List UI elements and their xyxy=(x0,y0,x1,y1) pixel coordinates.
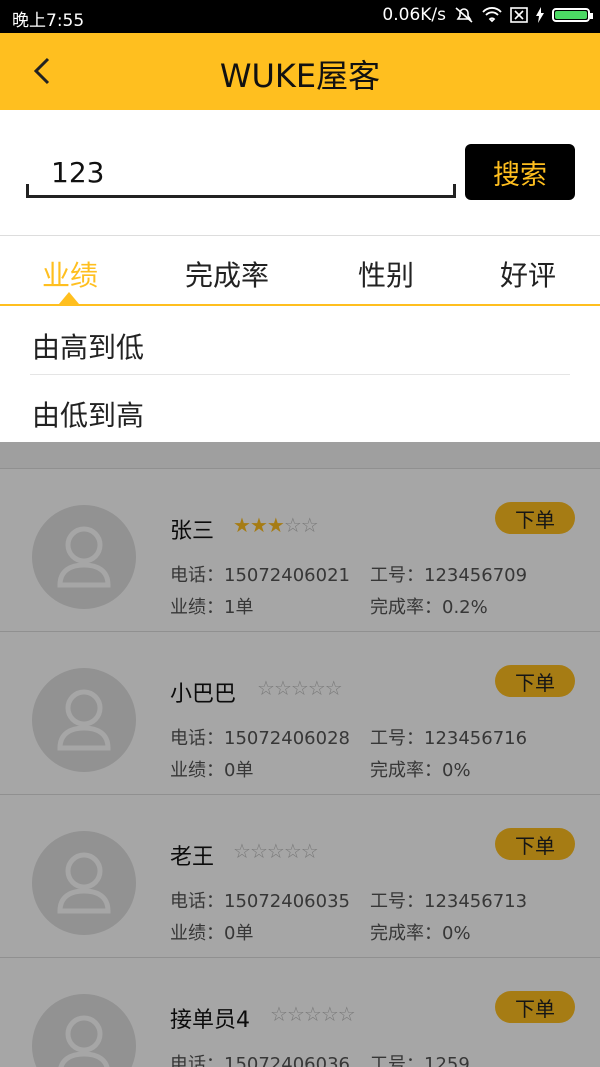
app-bar: WUKE屋客 xyxy=(0,33,600,110)
employee-id-text: 工号：123456709 xyxy=(370,565,528,586)
search-input[interactable]: 123 xyxy=(26,150,456,198)
phone-text: 电话：15072406035 xyxy=(170,891,350,912)
phone-text: 电话：15072406021 xyxy=(170,565,350,586)
user-placeholder-icon xyxy=(57,852,111,914)
worker-name: 小巴巴 xyxy=(170,682,237,707)
network-speed: 0.06K/s xyxy=(382,5,446,25)
sort-option-asc[interactable]: 由低到高 xyxy=(32,394,144,434)
user-placeholder-icon xyxy=(58,1015,110,1067)
status-icons: 0.06K/s xyxy=(382,5,593,25)
tab-gender[interactable]: 性别 xyxy=(358,254,414,294)
sort-dropdown: 由高到低 由低到高 xyxy=(0,306,600,442)
status-bar: 晚上7:55 0.06K/s xyxy=(0,0,600,33)
star-empty-icon: ☆ xyxy=(324,676,343,700)
page-title: WUKE屋客 xyxy=(219,57,381,95)
user-placeholder-icon xyxy=(57,689,111,751)
star-empty-icon: ☆ xyxy=(300,513,319,537)
list-item[interactable]: 接单员4 ☆☆☆☆☆ 下单 电话：15072406036 工号：1259 xyxy=(0,957,600,1067)
sort-option-desc[interactable]: 由高到低 xyxy=(32,326,144,366)
divider xyxy=(30,374,570,375)
mute-icon xyxy=(455,7,473,23)
list-item[interactable]: 老王 ☆☆☆☆☆ 下单 电话：15072406035 工号：123456713 … xyxy=(0,794,600,957)
star-filled-icon: ★ xyxy=(266,513,285,537)
employee-id-text: 工号：1259 xyxy=(370,1054,470,1067)
list-item[interactable]: 张三 ★★★☆☆ 下单 电话：15072406021 工号：123456709 … xyxy=(0,468,600,631)
employee-id-text: 工号：123456716 xyxy=(370,728,528,749)
search-button[interactable]: 搜索 xyxy=(465,144,575,200)
user-placeholder-icon xyxy=(57,526,111,588)
phone-text: 电话：15072406028 xyxy=(170,728,350,749)
tab-performance[interactable]: 业绩 xyxy=(42,254,98,294)
sort-tabs: 业绩 完成率 性别 好评 xyxy=(0,236,600,306)
star-empty-icon: ☆ xyxy=(266,839,285,863)
rating-stars: ☆☆☆☆☆ xyxy=(233,839,319,863)
avatar xyxy=(32,831,136,935)
sim-icon xyxy=(510,7,528,23)
star-empty-icon: ☆ xyxy=(337,1002,356,1026)
performance-text: 业绩：0单 xyxy=(170,760,254,781)
battery-icon xyxy=(552,8,593,22)
star-empty-icon: ☆ xyxy=(233,839,251,863)
active-tab-indicator xyxy=(59,292,79,304)
star-empty-icon: ☆ xyxy=(290,676,309,700)
rating-stars: ☆☆☆☆☆ xyxy=(270,1002,356,1026)
performance-text: 业绩：0单 xyxy=(170,923,254,944)
tab-completion-rate[interactable]: 完成率 xyxy=(185,254,269,294)
worker-name: 老王 xyxy=(170,845,215,870)
tab-reviews[interactable]: 好评 xyxy=(500,254,556,294)
completion-rate-text: 完成率：0.2% xyxy=(370,597,488,618)
order-button[interactable]: 下单 xyxy=(495,502,575,534)
completion-rate-text: 完成率：0% xyxy=(370,923,471,944)
star-empty-icon: ☆ xyxy=(257,676,275,700)
status-time: 晚上7:55 xyxy=(12,11,85,31)
star-empty-icon: ☆ xyxy=(283,839,302,863)
star-empty-icon: ☆ xyxy=(303,1002,322,1026)
performance-text: 业绩：1单 xyxy=(170,597,254,618)
list-item[interactable]: 小巴巴 ☆☆☆☆☆ 下单 电话：15072406028 工号：123456716… xyxy=(0,631,600,794)
star-empty-icon: ☆ xyxy=(300,839,319,863)
star-empty-icon: ☆ xyxy=(273,676,292,700)
star-empty-icon: ☆ xyxy=(307,676,326,700)
worker-name: 接单员4 xyxy=(170,1008,250,1033)
charging-icon xyxy=(536,7,544,23)
star-empty-icon: ☆ xyxy=(249,839,268,863)
star-filled-icon: ★ xyxy=(249,513,268,537)
search-input-value: 123 xyxy=(51,156,105,189)
order-button[interactable]: 下单 xyxy=(495,828,575,860)
phone-text: 电话：15072406036 xyxy=(170,1054,350,1067)
completion-rate-text: 完成率：0% xyxy=(370,760,471,781)
avatar xyxy=(32,994,136,1067)
rating-stars: ★★★☆☆ xyxy=(233,513,319,537)
avatar xyxy=(32,505,136,609)
star-empty-icon: ☆ xyxy=(320,1002,339,1026)
employee-id-text: 工号：123456713 xyxy=(370,891,528,912)
order-button[interactable]: 下单 xyxy=(495,991,575,1023)
rating-stars: ☆☆☆☆☆ xyxy=(257,676,343,700)
order-button[interactable]: 下单 xyxy=(495,665,575,697)
star-empty-icon: ☆ xyxy=(286,1002,305,1026)
star-filled-icon: ★ xyxy=(233,513,251,537)
star-empty-icon: ☆ xyxy=(270,1002,288,1026)
wifi-icon xyxy=(482,7,502,23)
worker-name: 张三 xyxy=(170,519,215,544)
star-empty-icon: ☆ xyxy=(283,513,302,537)
worker-list: 张三 ★★★☆☆ 下单 电话：15072406021 工号：123456709 … xyxy=(0,442,600,1067)
avatar xyxy=(32,668,136,772)
search-area: 123 搜索 xyxy=(0,110,600,236)
